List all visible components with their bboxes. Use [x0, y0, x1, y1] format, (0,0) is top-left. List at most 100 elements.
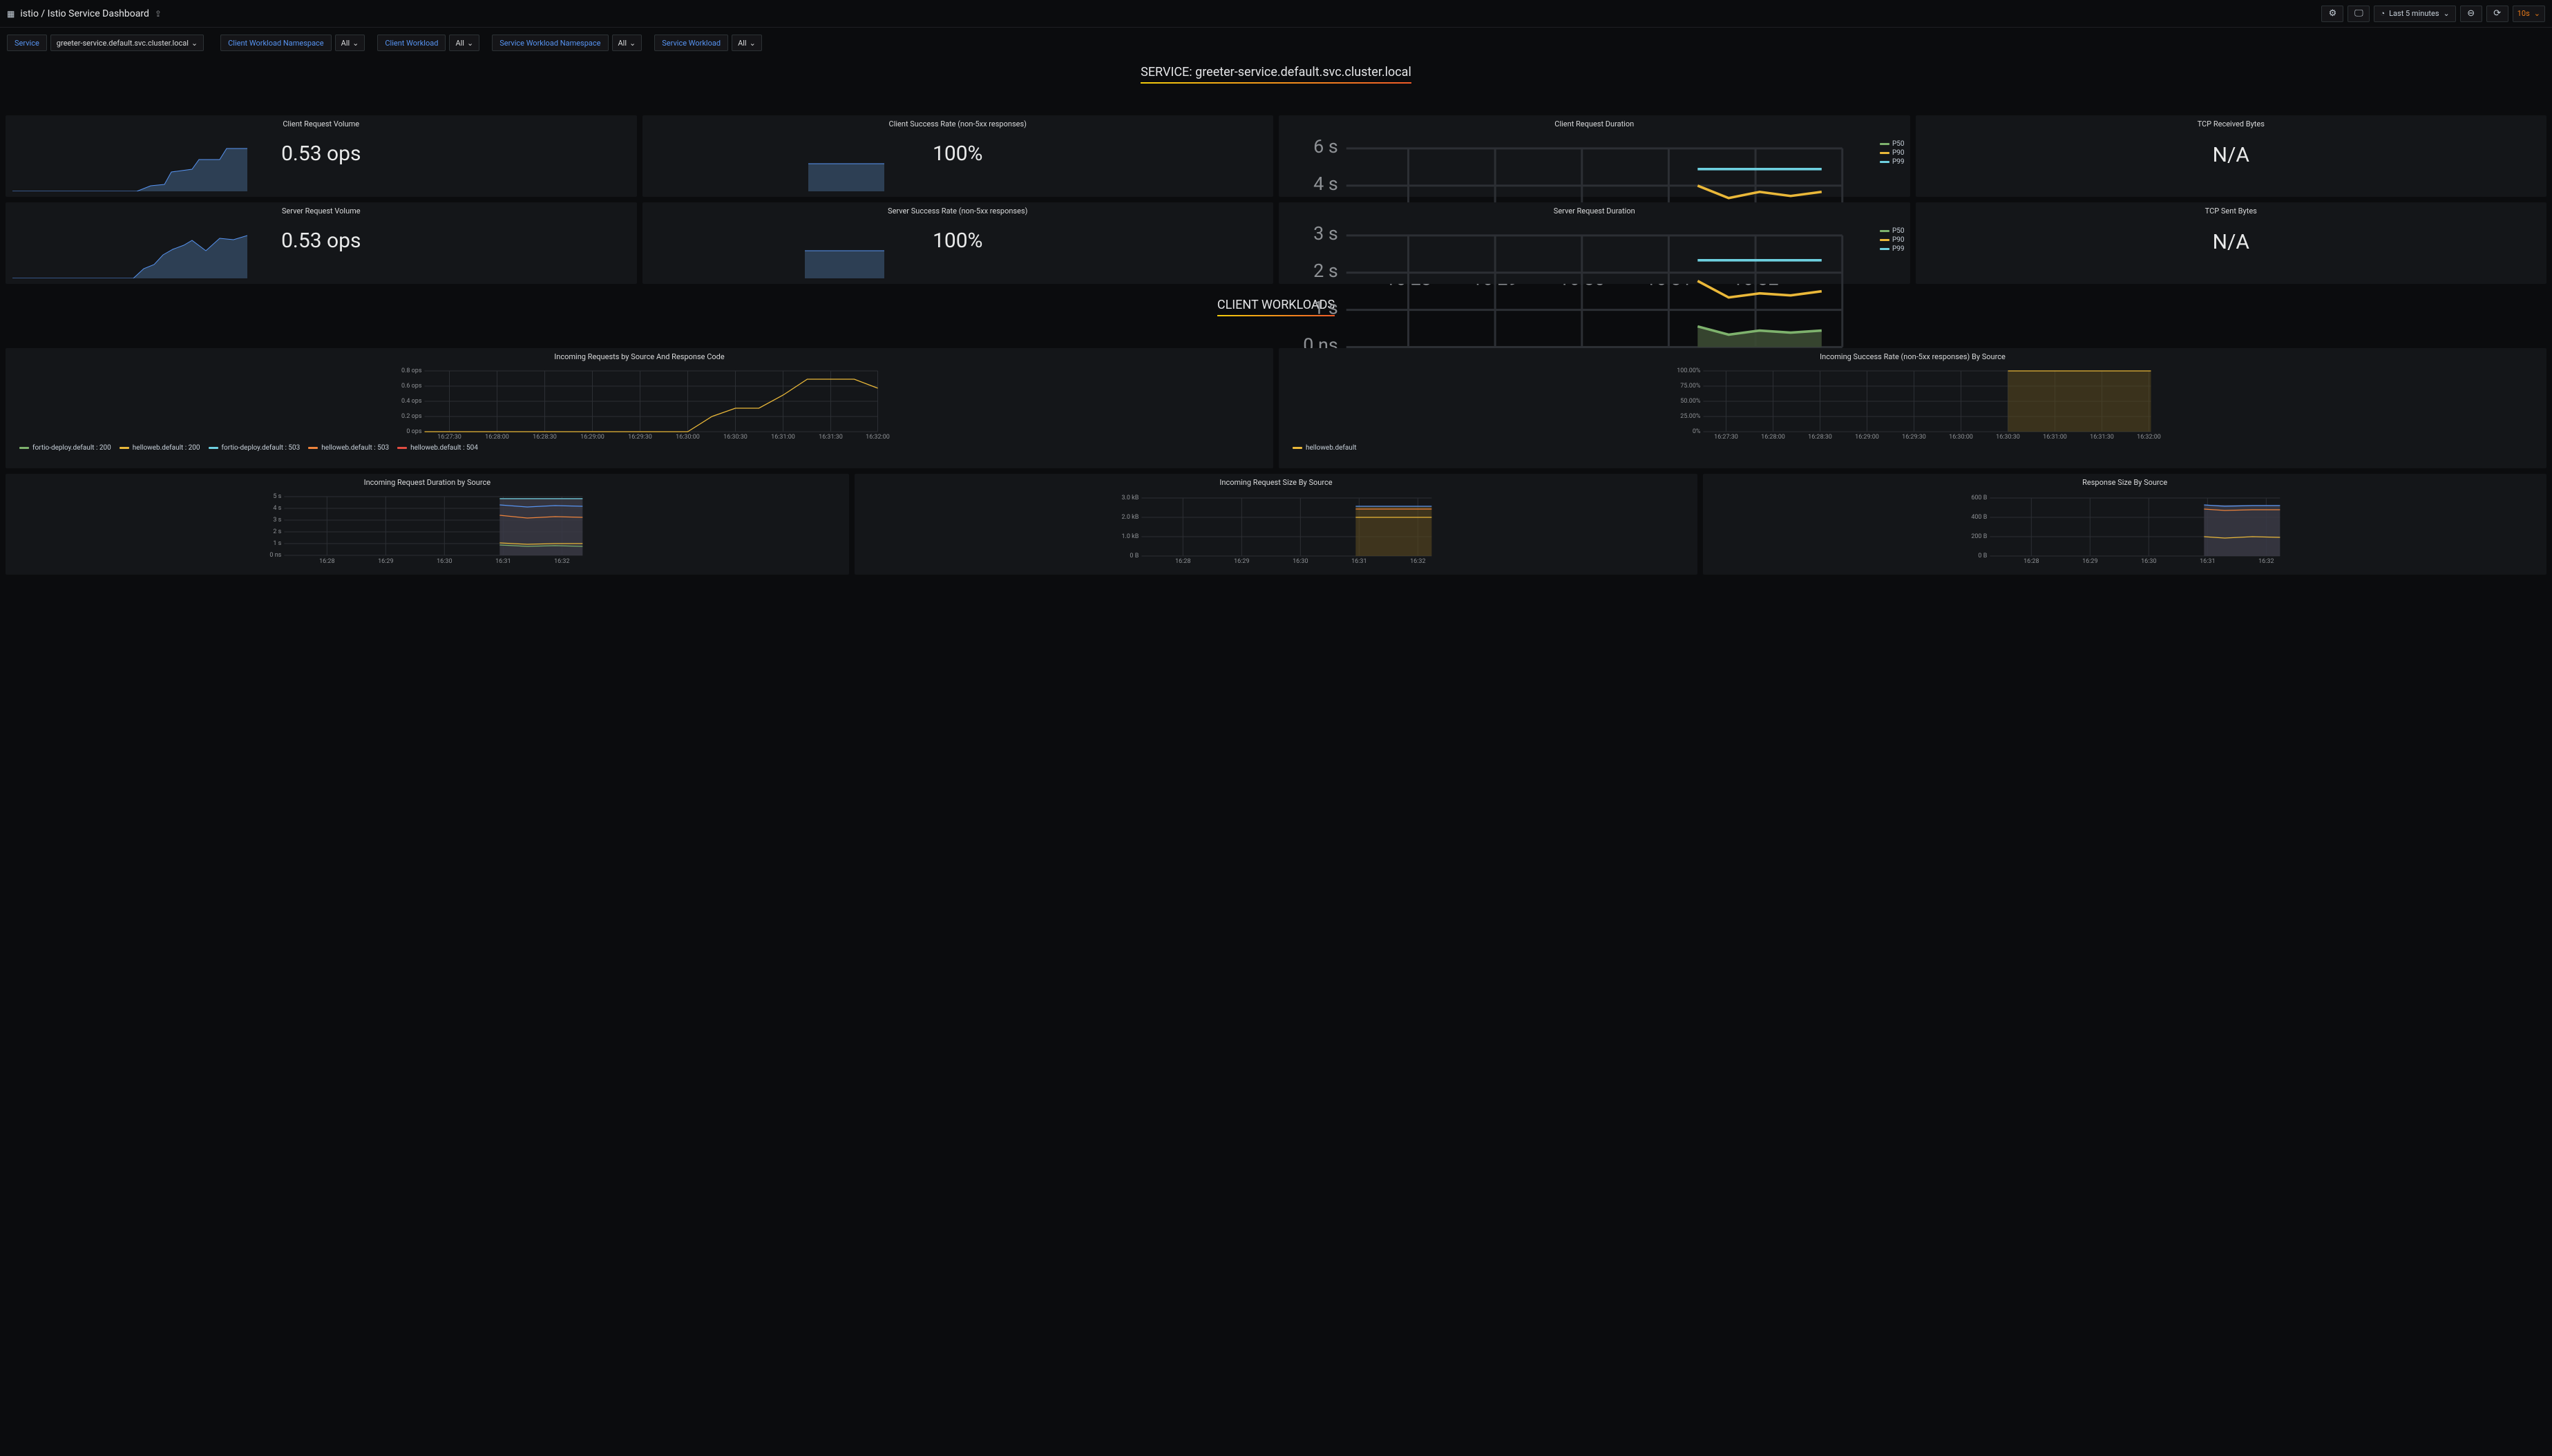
panel-client-request-volume[interactable]: Client Request Volume 0.53 ops: [6, 115, 637, 197]
svg-text:16:30:00: 16:30:00: [676, 434, 700, 440]
grid-icon[interactable]: ▦: [7, 9, 15, 19]
client-workloads-heading-row: CLIENT WORKLOADS: [0, 294, 2552, 320]
svg-text:16:31:30: 16:31:30: [2090, 434, 2114, 440]
refresh-interval-label: 10s: [2517, 9, 2530, 18]
legend-swatch: [1293, 447, 1302, 449]
panel-title: Client Request Volume: [11, 119, 631, 128]
svg-text:16:29: 16:29: [378, 558, 393, 565]
legend-p99: P99: [1892, 158, 1905, 166]
legend-swatch: [19, 447, 29, 449]
svg-text:400 B: 400 B: [1972, 514, 1988, 521]
legend-item[interactable]: helloweb.default: [1293, 444, 1357, 452]
refresh-button[interactable]: ⟳: [2486, 6, 2508, 22]
var-service-select[interactable]: greeter-service.default.svc.cluster.loca…: [50, 35, 204, 51]
svg-text:6 s: 6 s: [1313, 135, 1338, 157]
svg-text:3 s: 3 s: [1313, 222, 1338, 245]
svg-text:16:28: 16:28: [2023, 558, 2039, 565]
chevron-down-icon: ⌄: [2444, 9, 2450, 18]
svg-text:16:30:30: 16:30:30: [1996, 434, 2020, 440]
var-cwn-select[interactable]: All⌄: [335, 35, 365, 51]
share-icon[interactable]: ⇪: [155, 9, 162, 19]
svg-text:16:30: 16:30: [437, 558, 452, 565]
svg-text:16:29:00: 16:29:00: [1855, 434, 1879, 440]
panel-title: Server Request Volume: [11, 207, 631, 215]
svg-text:16:29:30: 16:29:30: [1902, 434, 1926, 440]
svg-text:75.00%: 75.00%: [1680, 383, 1701, 390]
legend-item[interactable]: helloweb.default : 504: [397, 444, 478, 452]
panel-server-request-duration[interactable]: Server Request Duration 0 ns1 s2 s3 s 16…: [1279, 202, 1910, 284]
svg-text:16:32: 16:32: [2258, 558, 2274, 565]
svg-text:4 s: 4 s: [1313, 173, 1338, 195]
chevron-down-icon: ⌄: [2534, 9, 2540, 18]
svg-text:16:30: 16:30: [1293, 558, 1308, 565]
svg-text:2.0 kB: 2.0 kB: [1121, 514, 1139, 521]
sparkline: [649, 230, 884, 278]
dashboard-title[interactable]: istio / Istio Service Dashboard: [20, 8, 149, 19]
var-service-value: greeter-service.default.svc.cluster.loca…: [57, 39, 189, 48]
line-chart: 0 ops 0.2 ops 0.4 ops 0.6 ops 0.8 ops 16:27:…: [11, 364, 1268, 440]
panel-tcp-received[interactable]: TCP Received Bytes N/A: [1916, 115, 2547, 197]
panel-incoming-success-rate-by-source[interactable]: Incoming Success Rate (non-5xx responses…: [1279, 348, 2546, 468]
line-chart: 0 ns1 s2 s3 s4 s5 s 16:2816:2916:3016:31…: [11, 490, 844, 567]
panel-tcp-sent[interactable]: TCP Sent Bytes N/A: [1916, 202, 2547, 284]
var-swn-value: All: [618, 39, 627, 48]
area-chart: 0%25.00%50.00%75.00%100.00% 16:27:3016:2…: [1284, 364, 2541, 440]
service-row-1: Client Request Volume 0.53 ops Client Su…: [0, 115, 2552, 197]
svg-text:0 ops: 0 ops: [406, 428, 421, 435]
svg-text:0.8 ops: 0.8 ops: [401, 367, 422, 374]
panel-title: Incoming Request Duration by Source: [11, 478, 844, 487]
svg-text:16:29: 16:29: [2082, 558, 2097, 565]
svg-text:2 s: 2 s: [273, 528, 281, 535]
refresh-interval-picker[interactable]: 10s ⌄: [2513, 6, 2545, 22]
var-sw-label: Service Workload: [654, 35, 728, 51]
var-service-label: Service: [7, 35, 47, 51]
service-heading: SERVICE: greeter-service.default.svc.clu…: [1141, 65, 1411, 84]
legend-swatch: [397, 447, 407, 449]
legend-item[interactable]: fortio-deploy.default : 503: [209, 444, 301, 452]
svg-text:5 s: 5 s: [273, 493, 281, 500]
legend-p50: P50: [1892, 140, 1905, 148]
var-sw-select[interactable]: All⌄: [732, 35, 762, 51]
chevron-down-icon: ⌄: [191, 39, 198, 48]
panel-server-request-volume[interactable]: Server Request Volume 0.53 ops: [6, 202, 637, 284]
monitor-button[interactable]: 🖵: [2348, 6, 2370, 22]
sparkline: [649, 143, 884, 191]
var-cw-value: All: [455, 39, 464, 48]
time-range-picker[interactable]: ◔ Last 5 minutes ⌄: [2374, 6, 2455, 22]
svg-text:0 B: 0 B: [1130, 553, 1139, 559]
panel-response-size-by-source[interactable]: Response Size By Source 0 B200 B400 B600…: [1703, 474, 2546, 575]
svg-text:0.4 ops: 0.4 ops: [401, 398, 422, 405]
var-cwn-label: Client Workload Namespace: [220, 35, 332, 51]
svg-text:3 s: 3 s: [273, 517, 281, 524]
panel-incoming-request-size-by-source[interactable]: Incoming Request Size By Source 0 B1.0 k…: [855, 474, 1698, 575]
legend-item[interactable]: fortio-deploy.default : 200: [19, 444, 111, 452]
settings-button[interactable]: ⚙: [2321, 6, 2343, 22]
svg-text:0%: 0%: [1693, 428, 1701, 435]
panel-server-success-rate[interactable]: Server Success Rate (non-5xx responses) …: [642, 202, 1274, 284]
panel-incoming-request-duration-by-source[interactable]: Incoming Request Duration by Source 0 ns…: [6, 474, 849, 575]
svg-text:16:28:30: 16:28:30: [1808, 434, 1832, 440]
svg-text:16:32: 16:32: [1410, 558, 1425, 565]
var-cw-select[interactable]: All⌄: [449, 35, 479, 51]
var-cw-label: Client Workload: [377, 35, 446, 51]
zoom-out-button[interactable]: ⊖: [2460, 6, 2482, 22]
var-cwn-value: All: [341, 39, 350, 48]
panel-title: Incoming Requests by Source And Response…: [11, 352, 1268, 361]
workloads-row-2: Incoming Request Duration by Source 0 ns…: [0, 474, 2552, 575]
panel-incoming-requests-by-source[interactable]: Incoming Requests by Source And Response…: [6, 348, 1273, 468]
svg-text:16:27:30: 16:27:30: [437, 434, 461, 440]
legend-item[interactable]: helloweb.default : 503: [308, 444, 389, 452]
legend-swatch: [308, 447, 318, 449]
svg-text:1.0 kB: 1.0 kB: [1121, 533, 1139, 540]
panel-client-success-rate[interactable]: Client Success Rate (non-5xx responses) …: [642, 115, 1274, 197]
panel-value: N/A: [1916, 143, 2547, 167]
legend-item[interactable]: helloweb.default : 200: [120, 444, 200, 452]
svg-text:16:31: 16:31: [1351, 558, 1367, 565]
legend-label: helloweb.default : 200: [133, 444, 200, 452]
var-swn-select[interactable]: All⌄: [612, 35, 642, 51]
panel-client-request-duration[interactable]: Client Request Duration 0 ns2 s4 s6 s 16…: [1279, 115, 1910, 197]
line-chart: 0 B1.0 kB2.0 kB3.0 kB 16:2816:2916:3016:…: [860, 490, 1693, 567]
svg-text:0.6 ops: 0.6 ops: [401, 383, 422, 390]
svg-text:0.2 ops: 0.2 ops: [401, 413, 422, 420]
svg-text:3.0 kB: 3.0 kB: [1121, 495, 1139, 501]
